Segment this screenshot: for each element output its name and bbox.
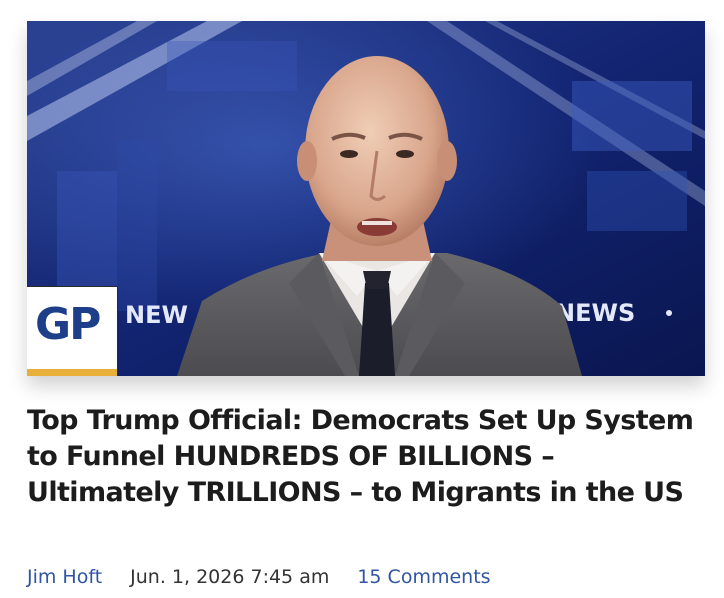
article-hero-image[interactable]: NEW NEWS GP: [27, 21, 705, 376]
author-link[interactable]: Jim Hoft: [27, 564, 102, 590]
news-studio-photo: NEW NEWS: [27, 21, 705, 376]
article-card: NEW NEWS GP Top Trump Official: Democrat…: [0, 0, 724, 598]
comments-link[interactable]: 15 Comments: [357, 564, 490, 590]
backdrop-text-left: NEW: [125, 301, 188, 329]
publish-date: Jun. 1, 2026 7:45 am: [130, 566, 330, 588]
logo-text: GP: [35, 299, 101, 350]
gateway-pundit-logo: GP: [27, 286, 118, 376]
logo-accent-bar: [27, 369, 117, 376]
article-title[interactable]: Top Trump Official: Democrats Set Up Sys…: [27, 403, 697, 511]
backdrop-text-right: NEWS: [555, 299, 635, 327]
article-meta: Jim Hoft Jun. 1, 2026 7:45 am 15 Comment…: [27, 564, 491, 590]
